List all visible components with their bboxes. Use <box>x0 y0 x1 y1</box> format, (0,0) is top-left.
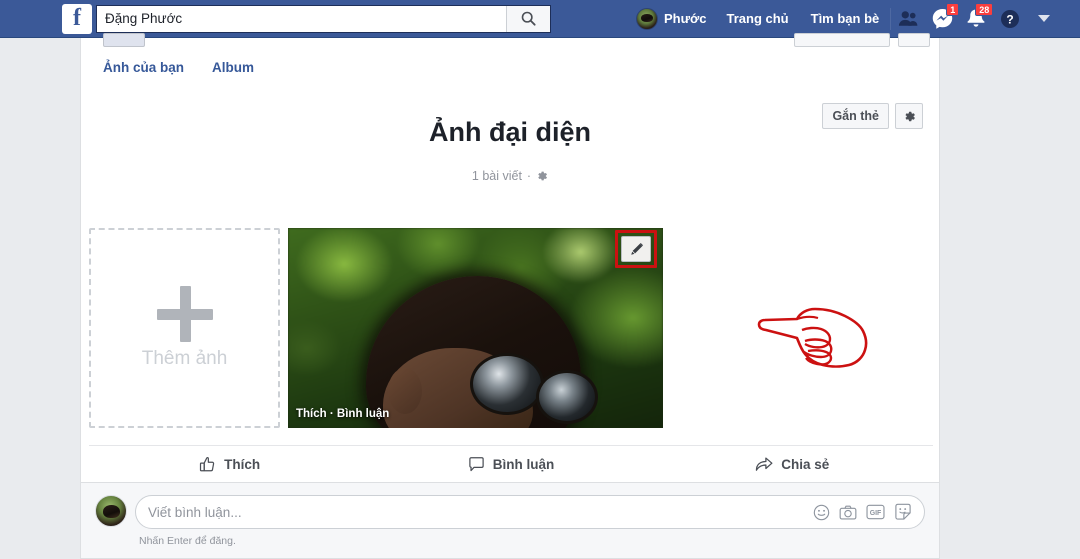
comment-composer: GIF Nhấn Enter để đăng. <box>80 483 940 559</box>
facebook-logo[interactable]: f <box>62 3 92 34</box>
emoji-icon[interactable] <box>813 504 830 521</box>
like-button[interactable]: Thích <box>89 456 370 473</box>
friend-requests-button[interactable] <box>892 4 924 34</box>
gear-icon[interactable] <box>536 170 548 182</box>
notifications-button[interactable]: 28 <box>960 2 994 34</box>
svg-text:GIF: GIF <box>870 510 882 517</box>
profile-cut-button-left[interactable] <box>103 33 145 47</box>
camera-icon[interactable] <box>839 504 857 521</box>
photo-grid: Thêm ảnh Thích · Bình luận <box>89 228 663 428</box>
nav-link-find-friends[interactable]: Tìm bạn bè <box>800 5 891 33</box>
search-submit-button[interactable] <box>506 5 550 32</box>
nav-link-home[interactable]: Trang chủ <box>716 5 800 33</box>
photo-tile[interactable]: Thích · Bình luận <box>288 228 663 428</box>
gif-icon[interactable]: GIF <box>866 504 885 520</box>
photo-tabs: Ảnh của bạn Album <box>103 60 282 75</box>
profile-cut-button-right-2[interactable] <box>898 33 930 47</box>
album-subtitle-separator: · <box>526 169 532 183</box>
photo-subject-sunglasses-left <box>470 353 544 415</box>
share-button-label: Chia sẻ <box>781 457 830 472</box>
comment-input[interactable] <box>148 504 813 520</box>
search-bar[interactable] <box>96 4 551 33</box>
album-subtitle: 1 bài viết · <box>81 169 939 183</box>
share-button[interactable]: Chia sẻ <box>652 456 933 473</box>
messenger-button[interactable]: 1 <box>926 2 960 34</box>
plus-icon <box>156 286 213 342</box>
help-button[interactable]: ? <box>994 4 1026 34</box>
pencil-icon <box>630 242 643 255</box>
nav-profile-name: Phước <box>664 11 707 26</box>
album-card: Gắn thẻ Ảnh đại diện 1 bài viết · Thêm ả… <box>80 85 940 483</box>
svg-text:?: ? <box>1007 12 1014 26</box>
edit-photo-button[interactable] <box>621 236 651 262</box>
add-photo-tile[interactable]: Thêm ảnh <box>89 228 280 428</box>
photo-caption: Thích · Bình luận <box>296 408 389 420</box>
page-title: Ảnh đại diện <box>429 117 591 147</box>
profile-cut-button-right-1[interactable] <box>794 33 890 47</box>
nav-divider <box>890 7 892 30</box>
photo-caption-comment[interactable]: Bình luận <box>337 408 389 420</box>
help-icon: ? <box>1001 9 1020 28</box>
comment-button-label: Bình luận <box>492 457 555 472</box>
tab-your-photos[interactable]: Ảnh của bạn <box>103 60 184 75</box>
like-button-label: Thích <box>224 457 261 472</box>
comment-composer-column: GIF Nhấn Enter để đăng. <box>135 495 925 558</box>
album-post-count: 1 bài viết <box>471 169 522 183</box>
account-menu-button[interactable] <box>1028 4 1060 34</box>
comment-hint: Nhấn Enter để đăng. <box>139 535 236 547</box>
friend-requests-icon <box>899 11 918 26</box>
avatar <box>636 7 658 30</box>
notifications-badge: 28 <box>975 2 994 16</box>
avatar <box>95 495 127 527</box>
comment-button[interactable]: Bình luận <box>370 456 651 473</box>
photo-subject-ear <box>388 368 422 414</box>
comment-input-wrapper[interactable]: GIF <box>135 495 925 529</box>
search-icon <box>521 11 536 26</box>
profile-tab-strip: Ảnh của bạn Album <box>80 33 940 85</box>
search-input[interactable] <box>97 5 506 32</box>
photo-caption-like[interactable]: Thích <box>296 408 327 420</box>
share-arrow-icon <box>756 457 773 471</box>
post-action-bar: Thích Bình luận Chia sẻ <box>89 445 933 483</box>
photo-subject-sunglasses-right <box>536 370 598 424</box>
comment-bubble-icon <box>469 457 484 472</box>
pointing-hand-annotation <box>757 307 868 368</box>
tab-albums[interactable]: Album <box>212 60 254 75</box>
chevron-down-icon <box>1038 15 1051 22</box>
comment-tool-icons: GIF <box>813 503 912 521</box>
add-photo-label: Thêm ảnh <box>141 348 228 369</box>
sticker-icon[interactable] <box>894 503 912 521</box>
thumbs-up-icon <box>200 457 215 472</box>
nav-profile-link[interactable]: Phước <box>627 5 716 33</box>
navbar-right-group: Phước Trang chủ Tìm bạn bè 1 28 ? <box>627 0 1061 38</box>
messenger-badge: 1 <box>946 2 960 16</box>
photo-caption-separator: · <box>329 408 334 420</box>
